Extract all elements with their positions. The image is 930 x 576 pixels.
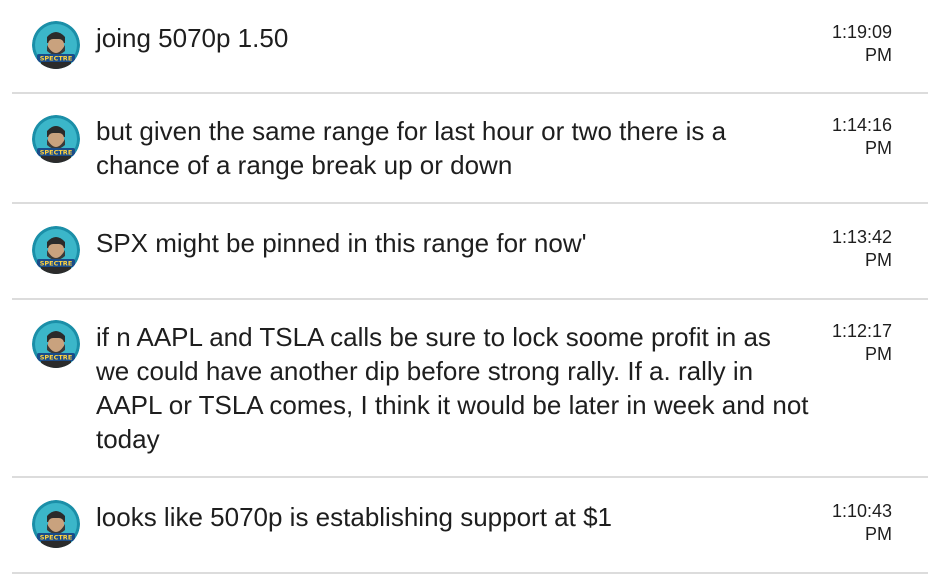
timestamp-time: 1:13:42 [831, 227, 892, 247]
message-text: if n AAPL and TSLA calls be sure to lock… [96, 322, 816, 454]
avatar[interactable]: SPECTRE [32, 500, 80, 548]
timestamp-time: 1:14:16 [831, 115, 892, 135]
avatar[interactable]: SPECTRE [32, 226, 80, 274]
avatar-label: SPECTRE [40, 149, 73, 157]
spectre-bearded-man-avatar-icon: SPECTRE [32, 500, 80, 548]
message-row[interactable]: SPECTRE but given the same range for las… [12, 94, 928, 204]
message-text: joing 5070p 1.50 [96, 23, 289, 53]
avatar[interactable]: SPECTRE [32, 320, 80, 368]
timestamp-ampm: PM [865, 344, 892, 364]
message-timestamp: 1:19:09 PM [802, 21, 892, 67]
message-row[interactable]: SPECTRE looks like 5070p is establishing… [12, 478, 928, 574]
spectre-bearded-man-avatar-icon: SPECTRE [32, 115, 80, 163]
message-text: looks like 5070p is establishing support… [96, 502, 612, 532]
spectre-bearded-man-avatar-icon: SPECTRE [32, 320, 80, 368]
message-row[interactable]: SPECTRE SPX might be pinned in this rang… [12, 204, 928, 300]
spectre-bearded-man-avatar-icon: SPECTRE [32, 21, 80, 69]
timestamp-time: 1:10:43 [831, 501, 892, 521]
message-text: SPX might be pinned in this range for no… [96, 228, 587, 258]
avatar[interactable]: SPECTRE [32, 115, 80, 163]
avatar-label: SPECTRE [40, 354, 73, 362]
message-timestamp: 1:12:17 PM [802, 320, 892, 366]
message-timestamp: 1:13:42 PM [802, 226, 892, 272]
message-row[interactable]: SPECTRE joing 5070p 1.50 1:19:09 PM [12, 0, 928, 94]
timestamp-ampm: PM [865, 138, 892, 158]
message-timestamp: 1:10:43 PM [802, 500, 892, 546]
spectre-bearded-man-avatar-icon: SPECTRE [32, 226, 80, 274]
timestamp-ampm: PM [865, 45, 892, 65]
timestamp-time: 1:12:17 [831, 321, 892, 341]
timestamp-time: 1:19:09 [831, 22, 892, 42]
timestamp-ampm: PM [865, 250, 892, 270]
message-feed: SPECTRE joing 5070p 1.50 1:19:09 PM SPEC… [0, 0, 930, 576]
avatar-label: SPECTRE [40, 534, 73, 542]
avatar-label: SPECTRE [40, 55, 73, 63]
message-text: but given the same range for last hour o… [96, 116, 734, 180]
avatar-label: SPECTRE [40, 260, 73, 268]
timestamp-ampm: PM [865, 524, 892, 544]
avatar[interactable]: SPECTRE [32, 21, 80, 69]
message-row[interactable]: SPECTRE if n AAPL and TSLA calls be sure… [12, 300, 928, 478]
message-timestamp: 1:14:16 PM [802, 114, 892, 160]
